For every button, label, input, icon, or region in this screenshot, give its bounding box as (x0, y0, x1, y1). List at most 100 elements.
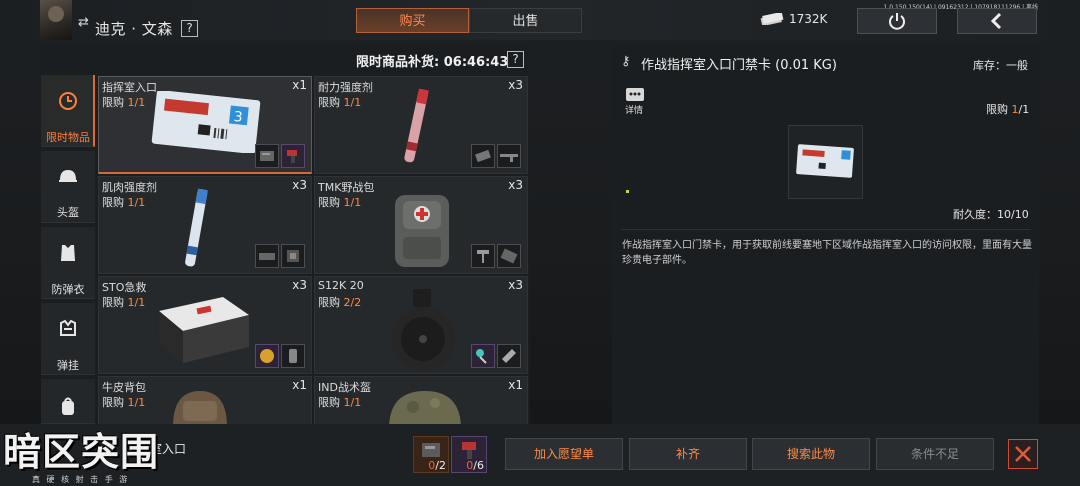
shop-item[interactable]: 指挥室入口 限购 1/1 x1 3 (98, 76, 312, 174)
component-slot (471, 344, 495, 368)
character-avatar[interactable] (40, 0, 72, 40)
item-quantity: x3 (292, 278, 307, 292)
durability: 耐久度：10/10 (953, 208, 1029, 221)
add-to-wishlist-button[interactable]: 加入愿望单 (505, 438, 623, 470)
vest-icon (61, 245, 75, 261)
item-name: 肌肉强度剂 (102, 181, 157, 194)
chevron-left-icon (990, 12, 1002, 30)
category-vest[interactable]: 防弹衣 (41, 227, 95, 299)
item-name: TMK野战包 (318, 181, 375, 194)
chest-rig-icon (60, 319, 76, 336)
component-slot (281, 344, 305, 368)
material-slot-drill[interactable]: 0/6 (451, 436, 487, 473)
shop-item[interactable]: IND战术盔 限购 1/1 x1 (314, 376, 528, 424)
category-label: 弹挂 (57, 359, 79, 372)
hard-drive-slot (255, 144, 279, 168)
svg-text:3: 3 (233, 109, 244, 126)
category-limited[interactable]: 限时物品 (41, 75, 95, 147)
component-slot (497, 244, 521, 268)
drill-slot (281, 144, 305, 168)
divider (621, 229, 1031, 230)
blue-syringe-image (185, 188, 208, 267)
item-quantity: x1 (508, 378, 523, 392)
keycard-image: 3 (151, 91, 261, 153)
canister-icon (289, 349, 297, 363)
help-icon[interactable]: ? (181, 20, 198, 37)
component-slot (281, 244, 305, 268)
item-name: 牛皮背包 (102, 381, 146, 394)
restock-timer: 限时商品补货: 06:46:43 (356, 55, 509, 70)
shop-item[interactable]: TMK野战包 限购 1/1 x3 (314, 176, 528, 274)
material-slot-hard-drive[interactable]: 0/2 (413, 436, 449, 473)
condition-insufficient-button[interactable]: 条件不足 (876, 438, 994, 470)
shop-item[interactable]: 牛皮背包 限购 1/1 x1 (98, 376, 312, 424)
item-quantity: x1 (292, 378, 307, 392)
character-name: 迪克 · 文森 (95, 20, 173, 38)
item-limit: 限购 1/1 (318, 396, 362, 409)
hard-drive-icon (260, 151, 274, 161)
battery-icon (475, 149, 491, 163)
search-item-button[interactable]: 搜索此物 (752, 438, 870, 470)
tray-icon (500, 248, 518, 264)
material-count: 0/2 (428, 459, 446, 472)
category-backpack[interactable] (41, 379, 95, 424)
category-helmet[interactable]: 头盔 (41, 151, 95, 223)
item-quantity: x3 (508, 178, 523, 192)
shop-item[interactable]: 肌肉强度剂 限购 1/1 x3 (98, 176, 312, 274)
stock-status: 库存：一般 (973, 59, 1028, 72)
gold-icon (260, 349, 274, 363)
restock-button[interactable]: 补齐 (629, 438, 747, 470)
category-label: 头盔 (57, 206, 79, 219)
category-chest-rig[interactable]: 弹挂 (41, 303, 95, 375)
keycard-preview-image (796, 144, 854, 178)
component-slot (471, 144, 495, 168)
power-button[interactable] (857, 8, 937, 34)
game-logo-subtitle: 真 硬 核 射 击 手 游 (32, 475, 130, 484)
shop-item[interactable]: STO急救 限购 1/1 x3 (98, 276, 312, 374)
buy-sell-tabs: 购买 出售 (356, 8, 582, 33)
close-icon (1015, 446, 1031, 462)
item-name: S12K 20 (318, 279, 364, 292)
swap-character-icon[interactable]: ⇄ (78, 16, 92, 30)
cable-icon (476, 349, 487, 364)
first-aid-case-image (159, 297, 249, 363)
item-limit: 限购 1/1 (102, 396, 146, 409)
component-slot (255, 344, 279, 368)
component-slot (471, 244, 495, 268)
component-slot (255, 244, 279, 268)
item-limit: 限购 1/1 (318, 96, 362, 109)
details-label[interactable]: 详情 (625, 103, 643, 116)
rifle-icon (500, 154, 518, 162)
item-grid: 指挥室入口 限购 1/1 x1 3 耐力强度剂 限购 1/1 x3 肌肉强度剂 … (98, 76, 530, 424)
item-name: 耐力强度剂 (318, 81, 373, 94)
ellipsis-icon (629, 92, 641, 96)
shop-item[interactable]: S12K 20 限购 2/2 x3 (314, 276, 528, 374)
back-button[interactable] (957, 8, 1037, 34)
details-icon[interactable] (626, 88, 644, 101)
item-limit: 限购 1/1 (102, 96, 146, 109)
tab-buy[interactable]: 购买 (356, 8, 469, 33)
restock-help-icon[interactable]: ? (507, 51, 524, 68)
item-quantity: x3 (508, 78, 523, 92)
item-limit: 限购 1/1 (318, 196, 362, 209)
clock-icon (59, 92, 77, 110)
tab-sell[interactable]: 出售 (469, 8, 582, 33)
material-count: 0/6 (466, 459, 484, 472)
item-quantity: x1 (292, 78, 307, 92)
item-limit: 限购 1/1 (102, 196, 146, 209)
power-icon (889, 13, 905, 30)
key-icon: ⚷ (621, 54, 631, 69)
game-logo: 暗区突围 (3, 430, 160, 474)
item-preview (788, 125, 863, 199)
category-label: 防弹衣 (51, 283, 85, 296)
drum-mag-image (391, 289, 455, 371)
item-quantity: x3 (292, 178, 307, 192)
drill-icon (287, 150, 297, 163)
helmet-image (389, 391, 461, 424)
category-sidebar: 限时物品 头盔 防弹衣 弹挂 (41, 75, 95, 424)
medkit-bag-image (395, 195, 449, 267)
component-slot (497, 344, 521, 368)
item-description: 作战指挥室入口门禁卡，用于获取前线要塞地下区域作战指挥室入口的访问权限，里面有大… (622, 240, 1032, 266)
close-button[interactable] (1008, 439, 1038, 469)
shop-item[interactable]: 耐力强度剂 限购 1/1 x3 (314, 76, 528, 174)
